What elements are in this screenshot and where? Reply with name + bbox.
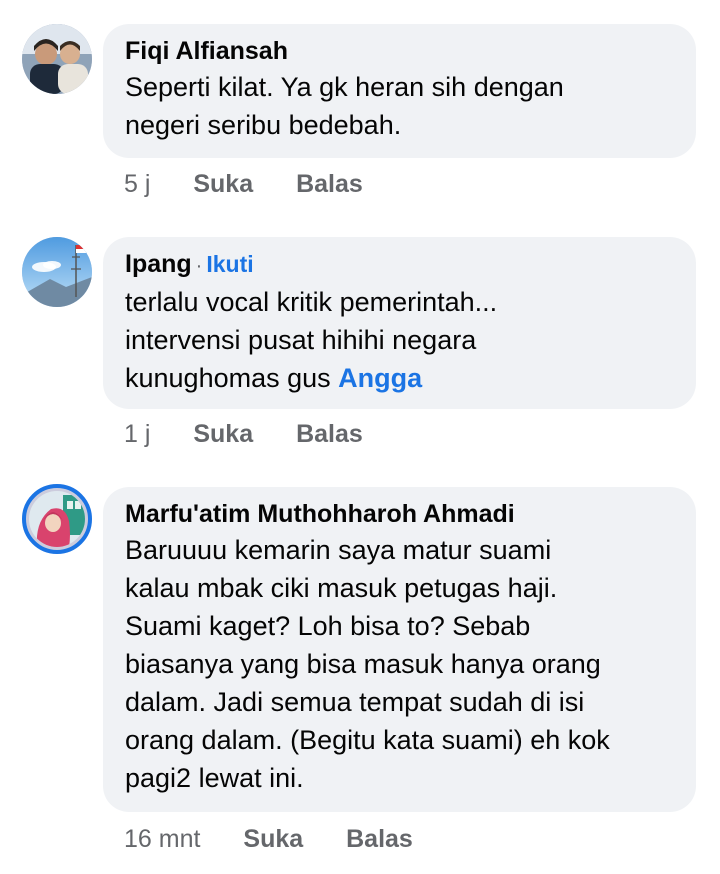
comment-actions: 1 j Suka Balas [124,419,399,449]
author-line: Fiqi Alfiansah [125,36,674,66]
comment-2: Ipang · Ikuti terlalu vocal kritik pemerin… [0,215,720,470]
comment-bubble: Marfu'atim Muthohharoh Ahmadi Baruuuu ke… [103,487,696,812]
comment-text: Baruuuu kemarin saya matur suami kalau m… [125,535,610,793]
comment-bubble: Fiqi Alfiansah Seperti kilat. Ya gk hera… [103,24,696,158]
comment-time[interactable]: 5 j [124,170,150,198]
mention-link[interactable]: Angga [338,363,422,393]
comment-text-body: terlalu vocal kritik pemerintah... inter… [125,287,498,393]
comment-text: terlalu vocal kritik pemerintah... inter… [125,283,674,397]
author-line: Ipang · Ikuti [125,249,674,281]
author-name[interactable]: Fiqi Alfiansah [125,37,288,65]
comment-text: Seperti kilat. Ya gk heran sih dengan ne… [125,72,564,140]
separator-dot: · [195,255,203,277]
like-button[interactable]: Suka [193,420,253,448]
comment-bubble: Ipang · Ikuti terlalu vocal kritik pemerin… [103,237,696,409]
avatar[interactable] [22,237,92,307]
avatar-with-story-ring[interactable] [22,484,92,554]
avatar-photo-icon [22,24,92,94]
reply-button[interactable]: Balas [296,420,363,448]
reply-button[interactable]: Balas [296,170,363,198]
avatar-photo-icon [22,237,92,307]
avatar[interactable] [22,24,92,94]
comment-time[interactable]: 16 mnt [124,825,200,853]
comment-actions: 5 j Suka Balas [124,169,399,199]
comment-3: Marfu'atim Muthohharoh Ahmadi Baruuuu ke… [0,470,720,874]
like-button[interactable]: Suka [243,825,303,853]
reply-button[interactable]: Balas [346,825,413,853]
comment-1: Fiqi Alfiansah Seperti kilat. Ya gk hera… [0,0,720,215]
avatar-inner [29,491,85,547]
author-name[interactable]: Ipang [125,250,192,278]
comment-time[interactable]: 1 j [124,420,150,448]
author-line: Marfu'atim Muthohharoh Ahmadi [125,499,674,529]
follow-button[interactable]: Ikuti [206,251,253,277]
author-name[interactable]: Marfu'atim Muthohharoh Ahmadi [125,500,515,528]
like-button[interactable]: Suka [193,170,253,198]
avatar-photo-icon [29,491,85,547]
comment-actions: 16 mnt Suka Balas [124,824,449,854]
